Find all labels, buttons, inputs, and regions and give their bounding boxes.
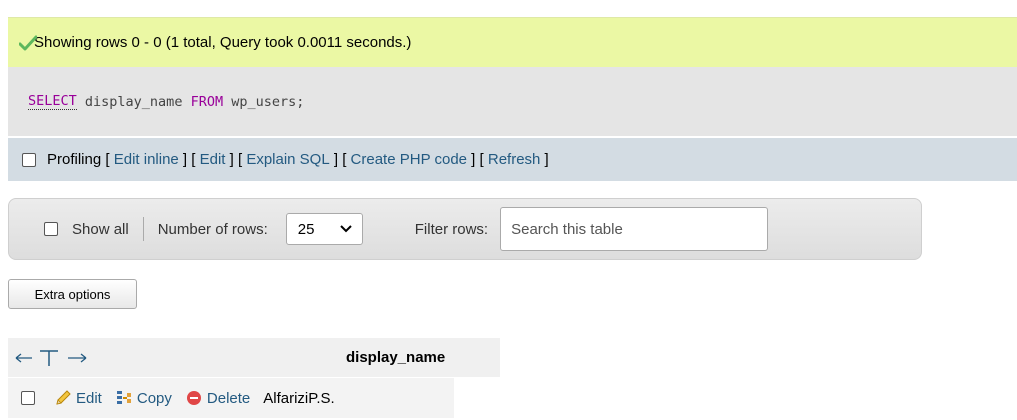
sql-table: wp_users;	[223, 93, 305, 110]
copy-row-button[interactable]: Copy	[115, 389, 172, 407]
rows-select[interactable]: 25	[285, 213, 363, 245]
edit-row-button[interactable]: Edit	[54, 389, 102, 407]
column-header-display-name[interactable]: display_name	[338, 349, 445, 366]
sql-column: display_name	[76, 93, 191, 110]
sql-keyword-from: FROM	[190, 93, 224, 110]
table-row: Edit Copy Delete AlfariziP.S.	[8, 378, 454, 418]
edit-inline-link[interactable]: Edit inline	[114, 151, 179, 168]
edit-link[interactable]: Edit	[200, 151, 226, 168]
success-message: Showing rows 0 - 0 (1 total, Query took …	[8, 17, 1017, 67]
row-checkbox[interactable]	[21, 391, 35, 405]
sql-keyword-select[interactable]: SELECT	[28, 93, 77, 110]
profiling-checkbox[interactable]	[22, 152, 36, 167]
success-text: Showing rows 0 - 0 (1 total, Query took …	[34, 34, 412, 51]
check-icon	[19, 35, 37, 51]
copy-icon	[116, 391, 131, 404]
profiling-label: Profiling	[47, 151, 102, 168]
results-table: display_name Edit Copy Delete AlfariziP.…	[8, 338, 500, 418]
rows-value: 25	[297, 220, 315, 238]
filter-label: Filter rows:	[414, 220, 489, 238]
create-php-code-link[interactable]: Create PHP code	[351, 151, 467, 168]
explain-sql-link[interactable]: Explain SQL	[246, 151, 329, 168]
table-header: display_name	[8, 338, 500, 378]
delete-icon	[186, 391, 201, 405]
show-all-label[interactable]: Show all	[72, 221, 129, 238]
pencil-icon	[56, 390, 71, 405]
divider	[142, 217, 144, 241]
cell-display-name: AlfariziP.S.	[263, 389, 335, 407]
show-all-checkbox[interactable]	[44, 222, 58, 236]
chevron-down-icon	[340, 225, 352, 233]
profiling-bar: Profiling [ Edit inline ] [ Edit ] [ Exp…	[8, 138, 1017, 181]
delete-row-button[interactable]: Delete	[185, 389, 250, 407]
column-resize-handle[interactable]	[8, 349, 338, 367]
expand-columns-icon	[15, 349, 87, 366]
search-input[interactable]	[500, 207, 769, 251]
refresh-link[interactable]: Refresh	[488, 151, 541, 168]
table-navigation: Show all Number of rows: 25 Filter rows:	[8, 198, 922, 260]
sql-query: SELECT display_name FROM wp_users;	[8, 67, 1017, 136]
extra-options-button[interactable]: Extra options	[8, 279, 137, 309]
rows-label: Number of rows:	[157, 220, 268, 238]
